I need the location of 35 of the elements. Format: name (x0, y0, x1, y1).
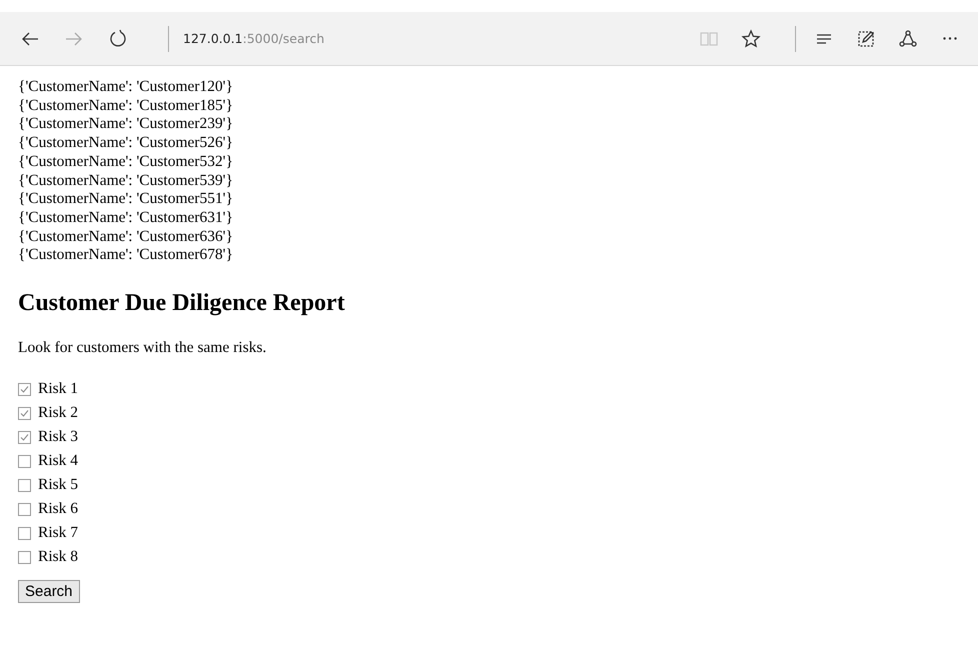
result-line: {'CustomerName': 'Customer526'} (18, 134, 234, 153)
result-line: {'CustomerName': 'Customer120'} (18, 78, 234, 97)
checkbox-label: Risk 6 (38, 500, 78, 518)
checkbox[interactable] (18, 382, 31, 396)
intro-text: Look for customers with the same risks. (18, 339, 268, 358)
result-line: {'CustomerName': 'Customer539'} (18, 172, 234, 190)
checkbox-label: Risk 8 (38, 548, 78, 566)
result-line: {'CustomerName': 'Customer636'} (18, 228, 234, 246)
checkbox[interactable] (18, 550, 31, 564)
checkbox-label: Risk 4 (38, 452, 78, 470)
checkbox[interactable] (18, 478, 31, 492)
checkbox[interactable] (18, 526, 31, 540)
checkbox-label: Risk 3 (38, 428, 78, 446)
checkbox[interactable] (18, 406, 31, 420)
checkbox[interactable] (18, 430, 31, 444)
result-line: {'CustomerName': 'Customer239'} (18, 115, 234, 134)
result-line: {'CustomerName': 'Customer551'} (18, 190, 234, 209)
checkbox[interactable] (18, 502, 31, 516)
result-line: {'CustomerName': 'Customer631'} (18, 208, 234, 228)
checkbox-label: Risk 7 (38, 524, 78, 542)
address-bar[interactable]: 127.0.0.1:5000/search (183, 31, 695, 46)
share-icon (898, 28, 918, 48)
refresh-icon (108, 28, 128, 48)
star-icon (741, 28, 761, 48)
checkbox-label: Risk 1 (38, 380, 78, 398)
more-icon (943, 37, 957, 40)
checkbox-label: Risk 5 (38, 476, 78, 494)
result-line: {'CustomerName': 'Customer678'} (18, 246, 234, 266)
pen-frame-icon (856, 28, 876, 48)
result-line: {'CustomerName': 'Customer532'} (18, 152, 234, 172)
search-button[interactable]: Search (18, 580, 80, 604)
checkbox[interactable] (18, 454, 31, 468)
result-line: {'CustomerName': 'Customer185'} (18, 96, 234, 116)
report-heading: Customer Due Diligence Report (18, 290, 346, 318)
checkbox-label: Risk 2 (38, 404, 78, 422)
